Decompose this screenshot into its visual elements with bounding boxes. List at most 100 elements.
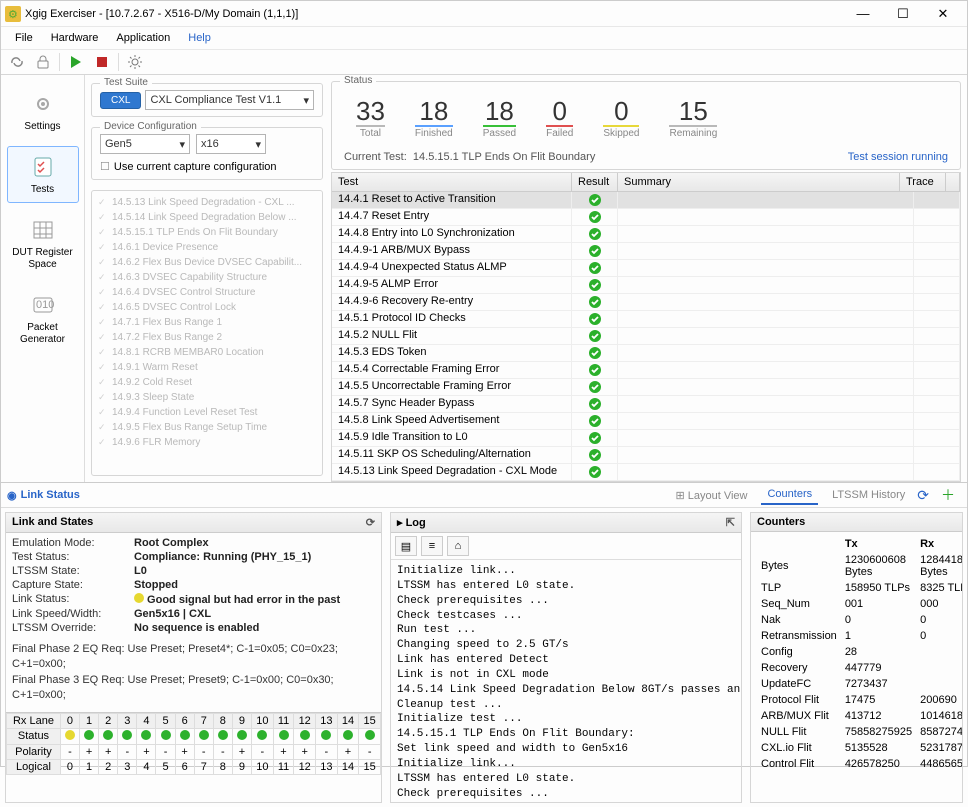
counters-panel: Counters TxRx Bytes1230600608 Bytes12844… xyxy=(750,512,963,803)
table-row[interactable]: 14.5.7 Sync Header Bypass xyxy=(332,396,960,413)
play-icon[interactable] xyxy=(66,52,86,72)
test-case-item[interactable]: 14.8.1 RCRB MEMBAR0 Location xyxy=(96,345,318,360)
test-case-item[interactable]: 14.9.6 FLR Memory xyxy=(96,435,318,450)
table-row[interactable]: 14.4.9-4 Unexpected Status ALMP xyxy=(332,260,960,277)
menu-help[interactable]: Help xyxy=(180,30,219,46)
table-row[interactable]: 14.5.8 Link Speed Advertisement xyxy=(332,413,960,430)
group-legend: Status xyxy=(340,75,376,86)
gen-select[interactable]: Gen5▾ xyxy=(100,134,190,154)
table-row[interactable]: 14.5.11 SKP OS Scheduling/Alternation xyxy=(332,447,960,464)
suite-select[interactable]: CXL Compliance Test V1.1 ▾ xyxy=(145,90,314,110)
table-row[interactable]: 14.4.9-5 ALMP Error xyxy=(332,277,960,294)
nav-dut-register[interactable]: DUT Register Space xyxy=(7,209,79,278)
chevron-down-icon: ▾ xyxy=(303,94,309,107)
status-stat: 18Finished xyxy=(415,96,453,139)
test-case-item[interactable]: 14.7.2 Flex Bus Range 2 xyxy=(96,330,318,345)
status-stat: 18Passed xyxy=(483,96,516,139)
counter-row: Config28 xyxy=(757,644,962,660)
test-case-item[interactable]: 14.9.3 Sleep State xyxy=(96,390,318,405)
link-icon[interactable] xyxy=(7,52,27,72)
export-icon[interactable]: ⇱ xyxy=(726,516,735,529)
width-select[interactable]: x16▾ xyxy=(196,134,266,154)
close-button[interactable]: ✕ xyxy=(923,2,963,26)
log-home-icon[interactable]: ⌂ xyxy=(447,536,469,556)
table-row[interactable]: 14.4.8 Entry into L0 Synchronization xyxy=(332,226,960,243)
table-row[interactable]: 14.5.2 NULL Flit xyxy=(332,328,960,345)
table-row[interactable]: 14.4.9-1 ARB/MUX Bypass xyxy=(332,243,960,260)
gear-icon[interactable] xyxy=(125,52,145,72)
test-case-item[interactable]: 14.6.1 Device Presence xyxy=(96,240,318,255)
layout-view-button[interactable]: ⊞ Layout View xyxy=(669,486,753,505)
test-suite-group: Test Suite CXL CXL Compliance Test V1.1▾ xyxy=(91,83,323,117)
eq-phase3: Final Phase 3 EQ Req: Use Preset; Preset… xyxy=(12,673,375,704)
col-summary[interactable]: Summary xyxy=(618,173,900,191)
test-case-item[interactable]: 14.9.4 Function Level Reset Test xyxy=(96,405,318,420)
counter-row: TLP158950 TLPs8325 TLPs xyxy=(757,580,962,596)
chevron-down-icon: ▾ xyxy=(179,138,185,151)
table-row[interactable]: 14.5.13 Link Speed Degradation - CXL Mod… xyxy=(332,464,960,481)
menu-file[interactable]: File xyxy=(7,30,41,46)
counter-row: Nak00 xyxy=(757,612,962,628)
refresh-icon[interactable]: ⟳ xyxy=(911,487,935,504)
tab-ltssm[interactable]: LTSSM History xyxy=(826,486,911,504)
tab-counters[interactable]: Counters xyxy=(761,485,818,505)
binary-icon: 0101 xyxy=(29,291,57,319)
kv-val: Root Complex xyxy=(134,537,375,549)
test-case-item[interactable]: 14.6.3 DVSEC Capability Structure xyxy=(96,270,318,285)
checklist-icon xyxy=(29,153,57,181)
table-row[interactable]: 14.5.3 EDS Token xyxy=(332,345,960,362)
col-test[interactable]: Test xyxy=(332,173,572,191)
add-icon[interactable]: ＋ xyxy=(935,485,961,505)
menu-hardware[interactable]: Hardware xyxy=(43,30,107,46)
test-case-list[interactable]: 14.5.13 Link Speed Degradation - CXL ...… xyxy=(91,190,323,476)
test-case-item[interactable]: 14.6.5 DVSEC Control Lock xyxy=(96,300,318,315)
lock-icon[interactable] xyxy=(33,52,53,72)
svg-text:⚙: ⚙ xyxy=(8,9,18,21)
group-legend: Test Suite xyxy=(100,77,152,88)
table-row[interactable]: 14.5.1 Protocol ID Checks xyxy=(332,311,960,328)
maximize-button[interactable]: ☐ xyxy=(883,2,923,26)
table-row[interactable]: 14.5.9 Idle Transition to L0 xyxy=(332,430,960,447)
table-row[interactable]: 14.4.7 Reset Entry xyxy=(332,209,960,226)
log-scroll-icon[interactable]: ≡ xyxy=(421,536,443,556)
test-case-item[interactable]: 14.9.5 Flex Bus Range Setup Time xyxy=(96,420,318,435)
test-case-item[interactable]: 14.9.2 Cold Reset xyxy=(96,375,318,390)
nav-packet-gen[interactable]: 0101 Packet Generator xyxy=(7,284,79,353)
log-body[interactable]: Initialize link... LTSSM has entered L0 … xyxy=(391,560,741,802)
stop-icon[interactable] xyxy=(92,52,112,72)
counter-row: Retransmission10 xyxy=(757,628,962,644)
test-case-item[interactable]: 14.5.14 Link Speed Degradation Below ... xyxy=(96,210,318,225)
test-case-item[interactable]: 14.9.1 Warm Reset xyxy=(96,360,318,375)
session-status: Test session running xyxy=(848,151,948,163)
status-stat: 0Skipped xyxy=(603,96,639,139)
use-capture-checkbox[interactable]: Use current capture configuration xyxy=(100,160,314,173)
kv-key: Link Speed/Width: xyxy=(12,608,130,620)
menu-application[interactable]: Application xyxy=(108,30,178,46)
link-status-header: ◉ Link Status xyxy=(7,489,80,502)
kv-key: LTSSM State: xyxy=(12,565,130,577)
suite-mode-button[interactable]: CXL xyxy=(100,92,141,109)
refresh-icon[interactable]: ⟳ xyxy=(366,516,375,529)
log-clear-icon[interactable]: ▤ xyxy=(395,536,417,556)
test-case-item[interactable]: 14.5.15.1 TLP Ends On Flit Boundary xyxy=(96,225,318,240)
suite-select-value: CXL Compliance Test V1.1 xyxy=(150,94,281,106)
table-row[interactable]: 14.4.9-6 Recovery Re-entry xyxy=(332,294,960,311)
panel-title: Log xyxy=(406,517,426,529)
test-case-item[interactable]: 14.5.13 Link Speed Degradation - CXL ... xyxy=(96,195,318,210)
nav-tests[interactable]: Tests xyxy=(7,146,79,203)
kv-val: L0 xyxy=(134,565,375,577)
test-case-item[interactable]: 14.6.4 DVSEC Control Structure xyxy=(96,285,318,300)
table-row[interactable]: 14.4.1 Reset to Active Transition xyxy=(332,192,960,209)
test-case-item[interactable]: 14.7.1 Flex Bus Range 1 xyxy=(96,315,318,330)
col-result[interactable]: Result xyxy=(572,173,618,191)
counter-row: ARB/MUX Flit4137121014618 xyxy=(757,708,962,724)
test-case-item[interactable]: 14.6.2 Flex Bus Device DVSEC Capabilit..… xyxy=(96,255,318,270)
lane-hdr: Rx Lane xyxy=(7,713,61,728)
table-row[interactable]: 14.5.4 Correctable Framing Error xyxy=(332,362,960,379)
nav-settings[interactable]: Settings xyxy=(7,83,79,140)
table-row[interactable]: 14.5.5 Uncorrectable Framing Error xyxy=(332,379,960,396)
minimize-button[interactable]: — xyxy=(843,2,883,26)
kv-val: Compliance: Running (PHY_15_1) xyxy=(134,551,375,563)
app-icon: ⚙ xyxy=(5,6,21,22)
col-trace[interactable]: Trace xyxy=(900,173,946,191)
